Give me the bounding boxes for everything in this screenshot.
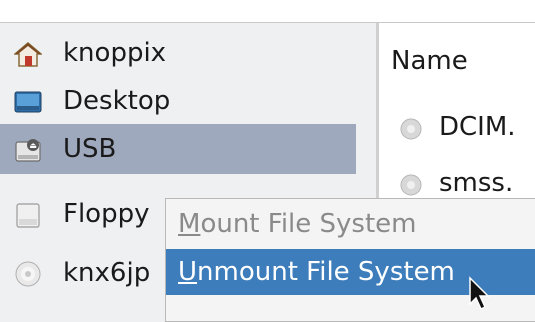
desktop-icon [14, 91, 42, 113]
sidebar-item-label: knx6jp [63, 258, 151, 288]
sidebar-item-label: USB [63, 134, 117, 164]
file-name: DCIM. [439, 112, 516, 142]
column-header-name[interactable]: Name [379, 23, 535, 99]
mnemonic-letter: M [178, 209, 201, 239]
home-icon [14, 42, 42, 67]
menu-item-text: ount File System [200, 209, 417, 239]
file-icon [400, 174, 422, 196]
sidebar-item-label: knoppix [63, 38, 167, 68]
file-row[interactable]: DCIM. [379, 99, 535, 155]
sidebar-item-label: Desktop [63, 86, 171, 116]
menu-item-label: Unmount File System [178, 249, 455, 295]
column-header-label: Name [391, 46, 468, 76]
window-top-strip [0, 0, 535, 23]
sidebar-item-knoppix[interactable]: knoppix [0, 28, 356, 78]
mnemonic-letter: U [178, 257, 198, 287]
sidebar-item-label: Floppy [63, 199, 150, 229]
menu-item-text: nmount File System [197, 257, 455, 287]
mouse-pointer-icon [469, 276, 490, 311]
cdrom-icon [15, 261, 41, 287]
file-icon [400, 118, 422, 140]
floppy-icon [16, 203, 40, 228]
sidebar-item-usb[interactable]: ⏏ USB [0, 124, 356, 174]
menu-item-mount[interactable]: Mount File System [166, 201, 535, 247]
usb-drive-icon: ⏏ [15, 139, 41, 162]
sidebar-item-desktop[interactable]: Desktop [0, 76, 356, 126]
svg-text:⏏: ⏏ [29, 141, 37, 150]
menu-item-label: Mount File System [178, 201, 417, 247]
